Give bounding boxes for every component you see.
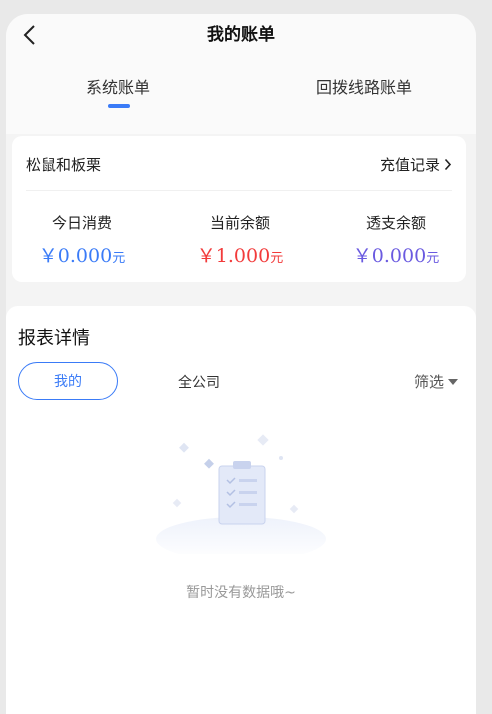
recharge-record-link[interactable]: 充值记录 [380,154,452,175]
stat-label: 当前余额 [209,214,270,232]
filter-company-button[interactable]: 全公司 [178,372,220,392]
balance-card: 松鼠和板栗 充值记录 今日消费 ￥0.000元 当前余额 ￥1.000元 透支余… [12,136,466,282]
phone-screen: 我的账单 系统账单 回拨线路账单 松鼠和板栗 充值记录 今日消费 ￥0.000元… [6,14,476,714]
header: 我的账单 系统账单 回拨线路账单 [6,14,476,134]
stat-overdraft-balance: 透支余额 ￥0.000元 [326,212,466,268]
page-title: 我的账单 [207,25,275,45]
stat-current-balance: 当前余额 ￥1.000元 [170,212,310,268]
account-name: 松鼠和板栗 [26,156,102,174]
stat-unit: 元 [112,251,126,266]
stat-value: ￥1.000元 [170,241,310,268]
filter-mine-button[interactable]: 我的 [18,362,118,400]
empty-clipboard-icon [156,434,326,554]
chevron-right-icon [444,158,452,171]
stat-value: ￥0.000元 [12,241,152,268]
tab-system-bill[interactable]: 系统账单 [18,74,218,98]
stat-today-spend: 今日消费 ￥0.000元 [12,212,152,268]
recharge-record-label: 充值记录 [379,156,440,174]
stat-value: ￥0.000元 [326,241,466,268]
stat-label: 今日消费 [51,214,112,232]
stat-amount: ￥1.000 [196,245,271,267]
tab-active-indicator [108,104,130,108]
report-section: 报表详情 我的 全公司 筛选 暂时没有数据哦~ [6,306,476,714]
stat-amount: ￥0.000 [352,245,427,267]
filter-label: 筛选 [413,373,444,391]
card-divider [26,190,452,191]
tab-callback-bill[interactable]: 回拨线路账单 [264,74,464,98]
report-title: 报表详情 [18,328,90,349]
stat-unit: 元 [270,251,284,266]
stat-unit: 元 [426,251,440,266]
filter-dropdown[interactable]: 筛选 [414,371,458,392]
stat-amount: ￥0.000 [38,245,113,267]
stat-label: 透支余额 [365,214,426,232]
empty-state-text: 暂时没有数据哦~ [186,585,296,601]
caret-down-icon [448,378,458,385]
